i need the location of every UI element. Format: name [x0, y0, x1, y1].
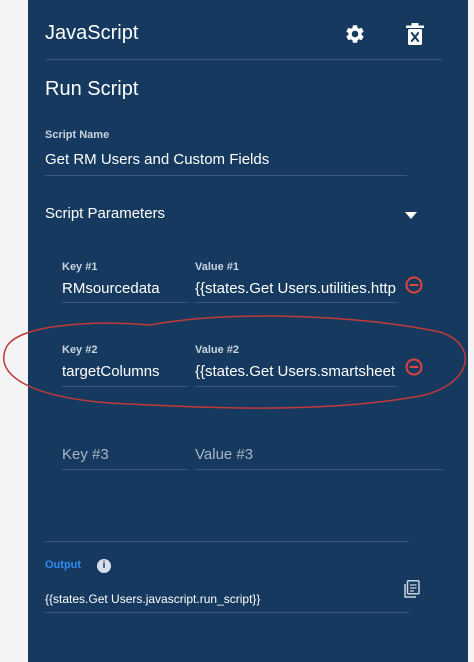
value-1-input[interactable]: {{states.Get Users.utilities.http — [195, 280, 397, 297]
value-2-input[interactable]: {{states.Get Users.smartsheet — [195, 363, 397, 380]
panel-header: JavaScript — [28, 0, 468, 60]
output-divider — [45, 541, 409, 542]
copy-icon[interactable] — [404, 580, 420, 598]
header-divider — [46, 59, 442, 60]
script-name-label: Script Name — [45, 129, 110, 141]
panel-title: JavaScript — [45, 22, 139, 44]
key-2-input[interactable]: targetColumns — [62, 363, 188, 380]
value-2-underline — [195, 386, 397, 387]
value-3-input[interactable]: Value #3 — [195, 446, 253, 463]
chevron-down-icon[interactable] — [405, 212, 417, 219]
remove-circle-icon[interactable] — [405, 358, 423, 376]
value-3-underline — [195, 469, 443, 470]
script-name-underline — [45, 175, 407, 176]
key-1-input[interactable]: RMsourcedata — [62, 280, 188, 297]
key-2-label: Key #2 — [62, 344, 98, 356]
key-2-underline — [62, 386, 188, 387]
gear-icon[interactable] — [344, 23, 366, 45]
value-1-underline — [195, 302, 397, 303]
script-parameters-toggle[interactable]: Script Parameters — [45, 205, 165, 222]
output-value: {{states.Get Users.javascript.run_script… — [45, 592, 261, 606]
script-name-input[interactable]: Get RM Users and Custom Fields — [45, 151, 407, 168]
key-3-underline — [62, 469, 188, 470]
section-title: Run Script — [45, 78, 139, 100]
key-1-label: Key #1 — [62, 261, 98, 273]
value-2-label: Value #2 — [195, 344, 240, 356]
javascript-panel: JavaScript Run Script Script Name Get RM… — [28, 0, 468, 662]
trash-icon[interactable] — [406, 23, 424, 45]
output-label: Output — [45, 559, 82, 571]
output-underline — [45, 612, 409, 613]
info-icon[interactable]: i — [97, 559, 111, 573]
key-1-underline — [62, 302, 188, 303]
value-1-label: Value #1 — [195, 261, 240, 273]
key-3-input[interactable]: Key #3 — [62, 446, 109, 463]
remove-circle-icon[interactable] — [405, 276, 423, 294]
